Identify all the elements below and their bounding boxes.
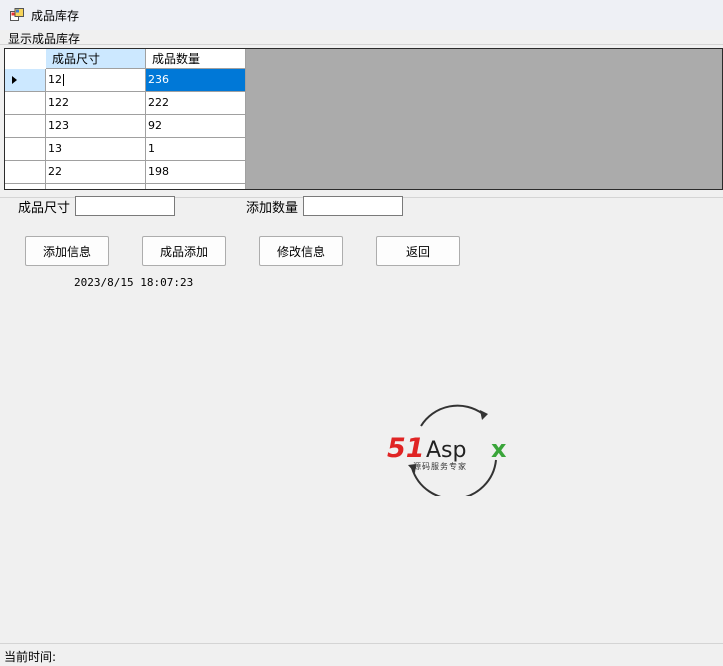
cell-quantity[interactable]: 1 bbox=[146, 138, 246, 161]
status-bar: 当前时间: bbox=[0, 643, 723, 666]
add-info-button[interactable]: 添加信息 bbox=[25, 236, 109, 266]
svg-text:x: x bbox=[491, 435, 507, 463]
cell-size[interactable]: 122 bbox=[46, 92, 146, 115]
cell-quantity[interactable]: 198 bbox=[146, 161, 246, 184]
cell-size[interactable]: 12 bbox=[46, 69, 146, 92]
cell-quantity[interactable]: 236 bbox=[146, 69, 246, 92]
svg-text:Asp: Asp bbox=[426, 438, 466, 463]
size-label: 成品尺寸 bbox=[18, 201, 71, 216]
row-header[interactable] bbox=[5, 184, 46, 189]
row-header[interactable] bbox=[5, 138, 46, 161]
cell-quantity[interactable]: 222 bbox=[146, 92, 246, 115]
grid-corner[interactable] bbox=[5, 49, 47, 70]
timestamp-label: 2023/8/15 18:07:23 bbox=[74, 276, 194, 289]
size-input[interactable] bbox=[75, 196, 175, 216]
cell-size-text: 12 bbox=[48, 73, 62, 86]
app-icon bbox=[10, 8, 24, 21]
row-header[interactable] bbox=[5, 92, 46, 115]
column-header-size[interactable]: 成品尺寸 bbox=[46, 49, 146, 69]
row-header[interactable] bbox=[5, 115, 46, 138]
window-title: 成品库存 bbox=[31, 9, 80, 23]
product-add-button[interactable]: 成品添加 bbox=[142, 236, 226, 266]
modify-info-button[interactable]: 修改信息 bbox=[259, 236, 343, 266]
inventory-grid[interactable]: 成品尺寸 成品数量 12 236 122 222 123 92 13 1 22 … bbox=[4, 48, 723, 190]
title-bar: 成品库存 bbox=[0, 0, 723, 30]
svg-text:51: 51 bbox=[387, 433, 425, 464]
row-header[interactable] bbox=[5, 69, 46, 92]
cell-quantity[interactable]: 92 bbox=[146, 115, 246, 138]
current-time-label: 当前时间: bbox=[4, 650, 57, 664]
brand-logo: 51 Asp x 源码服务专家 bbox=[387, 404, 507, 496]
cell-size[interactable]: 22 bbox=[46, 161, 146, 184]
quantity-input[interactable] bbox=[303, 196, 403, 216]
row-header[interactable] bbox=[5, 161, 46, 184]
logo-tagline: 源码服务专家 bbox=[413, 461, 467, 471]
cell-size[interactable]: 13 bbox=[46, 138, 146, 161]
group-divider bbox=[0, 44, 723, 45]
current-row-icon bbox=[12, 76, 17, 84]
cell-size[interactable] bbox=[46, 184, 146, 189]
grid-body: 成品尺寸 成品数量 12 236 122 222 123 92 13 1 22 … bbox=[5, 49, 246, 189]
cell-size[interactable]: 123 bbox=[46, 115, 146, 138]
column-header-quantity[interactable]: 成品数量 bbox=[146, 49, 246, 69]
cell-quantity[interactable] bbox=[146, 184, 246, 189]
quantity-label: 添加数量 bbox=[246, 201, 299, 216]
text-caret bbox=[63, 74, 64, 86]
back-button[interactable]: 返回 bbox=[376, 236, 460, 266]
